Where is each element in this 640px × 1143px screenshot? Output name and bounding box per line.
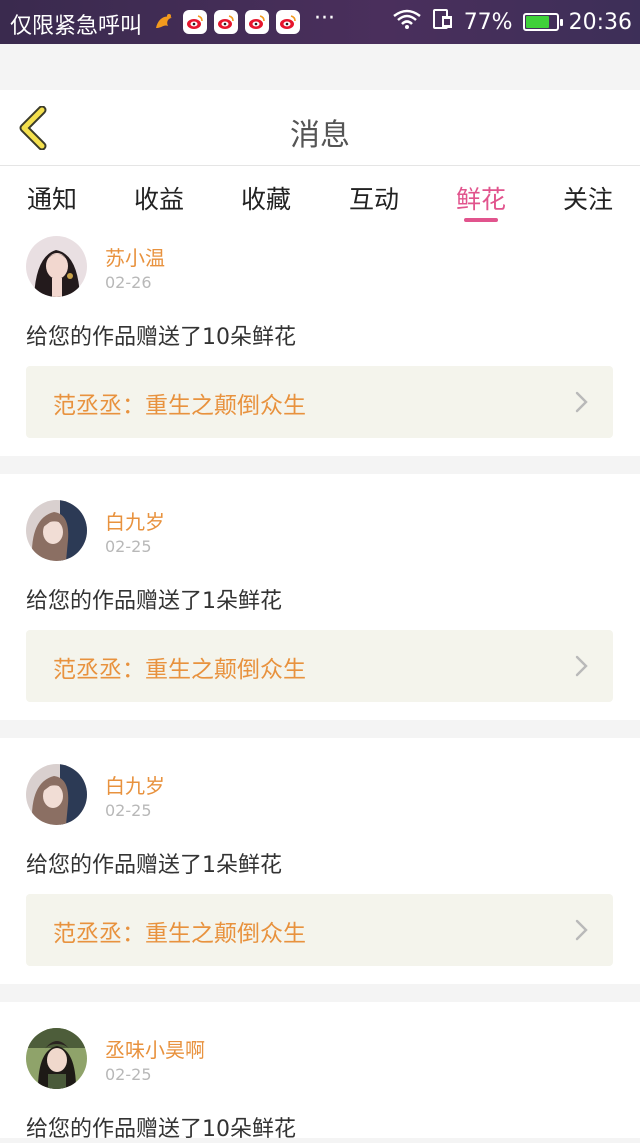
tab-earnings[interactable]: 收益 xyxy=(119,180,199,216)
weibo-icon xyxy=(276,10,300,34)
message-text: 给您的作品赠送了10朵鲜花 xyxy=(26,325,296,350)
message-text: 给您的作品赠送了10朵鲜花 xyxy=(26,1117,296,1142)
chevron-right-icon xyxy=(575,391,588,413)
message-card: 白九岁 02-25 给您的作品赠送了1朵鲜花 范丞丞：重生之颠倒众生 xyxy=(0,474,640,720)
work-link[interactable]: 范丞丞：重生之颠倒众生 xyxy=(26,894,613,966)
avatar[interactable] xyxy=(26,764,87,825)
tab-follow[interactable]: 关注 xyxy=(548,180,628,216)
message-date: 02-26 xyxy=(105,273,152,292)
username[interactable]: 丞味小昊啊 xyxy=(105,1034,205,1063)
status-bar: 仅限紧急呼叫 ··· 77% 20:36 xyxy=(0,0,640,44)
sim-card-icon xyxy=(432,8,454,36)
chevron-right-icon xyxy=(575,919,588,941)
clock: 20:36 xyxy=(568,9,632,35)
message-text: 给您的作品赠送了1朵鲜花 xyxy=(26,853,282,878)
work-link[interactable]: 范丞丞：重生之颠倒众生 xyxy=(26,630,613,702)
battery-percent: 77% xyxy=(463,9,513,35)
tab-bar: 通知 收益 收藏 互动 鲜花 关注 xyxy=(0,166,640,228)
message-text: 给您的作品赠送了1朵鲜花 xyxy=(26,589,282,614)
work-title: 范丞丞：重生之颠倒众生 xyxy=(53,393,306,419)
tab-flowers[interactable]: 鲜花 xyxy=(441,180,521,216)
username[interactable]: 白九岁 xyxy=(105,770,165,799)
tab-favorites[interactable]: 收藏 xyxy=(226,180,306,216)
tab-interaction[interactable]: 互动 xyxy=(334,180,414,216)
work-title: 范丞丞：重生之颠倒众生 xyxy=(53,921,306,947)
top-spacer xyxy=(0,44,640,90)
uc-browser-icon xyxy=(152,10,176,34)
carrier-text: 仅限紧急呼叫 xyxy=(10,14,143,39)
work-link[interactable]: 范丞丞：重生之颠倒众生 xyxy=(26,366,613,438)
message-card: 白九岁 02-25 给您的作品赠送了1朵鲜花 范丞丞：重生之颠倒众生 xyxy=(0,738,640,984)
weibo-icon xyxy=(183,10,207,34)
message-date: 02-25 xyxy=(105,801,152,820)
username[interactable]: 白九岁 xyxy=(105,506,165,535)
wifi-icon xyxy=(392,8,422,36)
weibo-icon xyxy=(214,10,238,34)
page-title: 消息 xyxy=(290,118,350,153)
weibo-icon xyxy=(245,10,269,34)
status-right: 77% 20:36 xyxy=(392,8,632,36)
avatar[interactable] xyxy=(26,500,87,561)
avatar[interactable] xyxy=(26,1028,87,1089)
battery-icon xyxy=(522,13,563,31)
work-title: 范丞丞：重生之颠倒众生 xyxy=(53,657,306,683)
header-bar: 消息 xyxy=(0,90,640,166)
chevron-right-icon xyxy=(575,655,588,677)
more-notifications-icon: ··· xyxy=(314,6,335,31)
active-tab-indicator xyxy=(464,218,498,222)
username[interactable]: 苏小温 xyxy=(105,242,165,271)
notification-icons xyxy=(152,10,300,34)
message-card: 丞味小昊啊 02-25 给您的作品赠送了10朵鲜花 xyxy=(0,1002,640,1142)
tab-notice[interactable]: 通知 xyxy=(12,180,92,216)
message-date: 02-25 xyxy=(105,1065,152,1084)
message-card: 苏小温 02-26 给您的作品赠送了10朵鲜花 范丞丞：重生之颠倒众生 xyxy=(0,228,640,456)
message-date: 02-25 xyxy=(105,537,152,556)
avatar[interactable] xyxy=(26,236,87,297)
